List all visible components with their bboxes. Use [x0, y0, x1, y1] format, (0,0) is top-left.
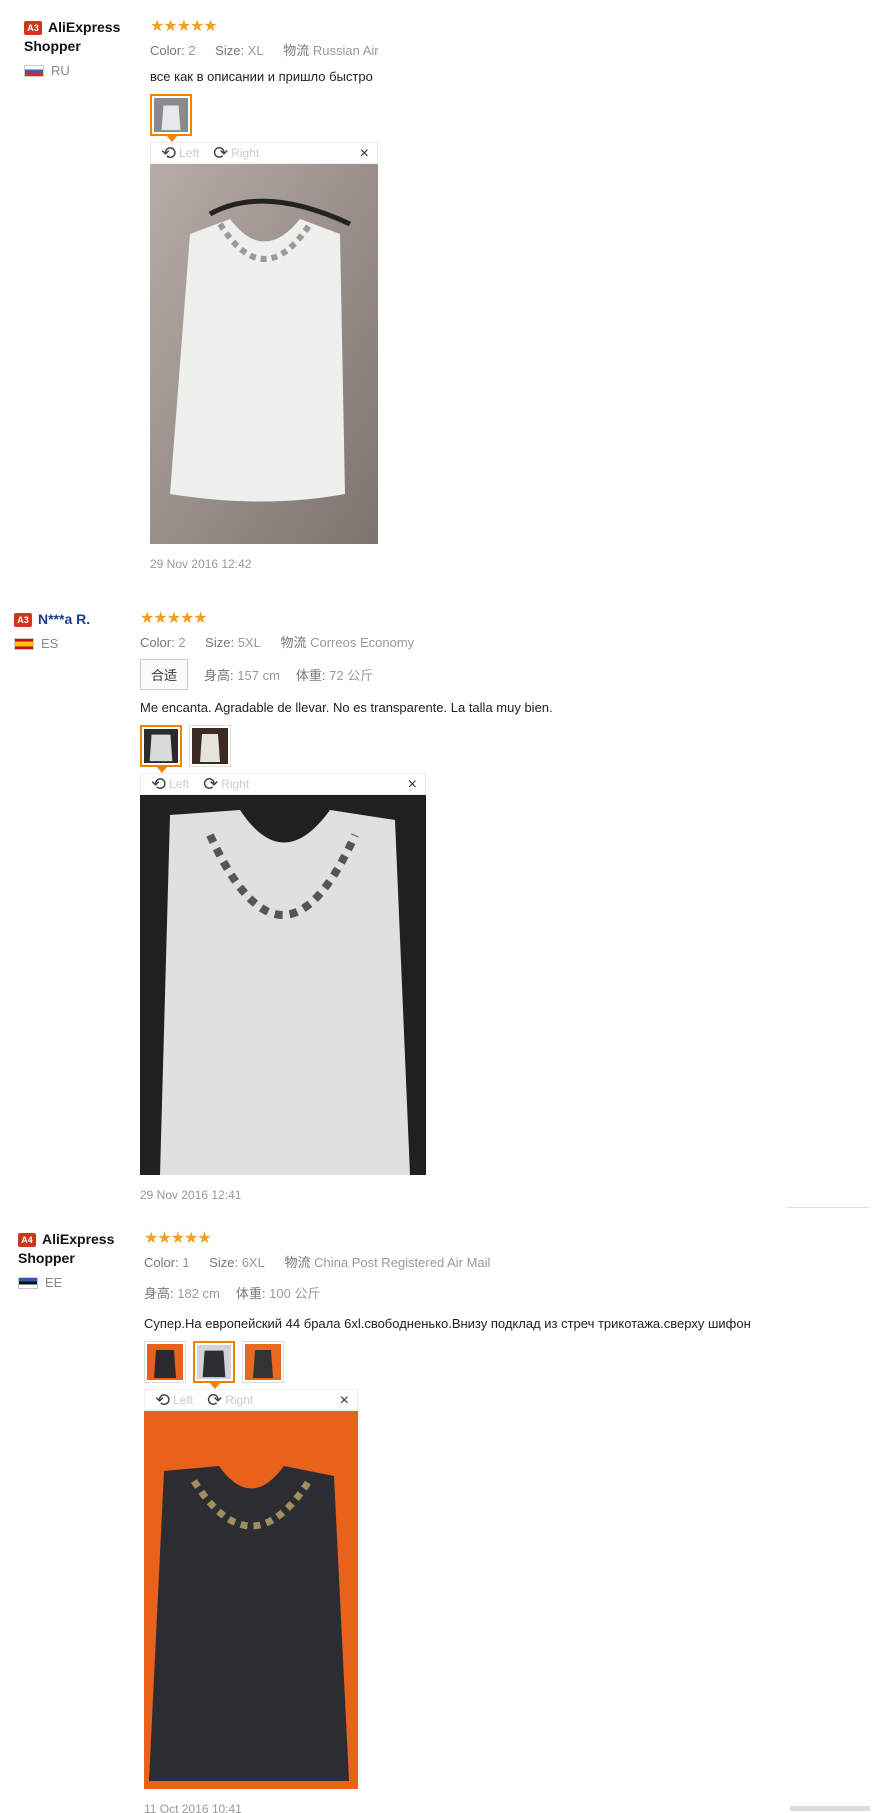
- scrollbar-hint: [790, 1806, 870, 1811]
- order-attributes: Color: 2 Size: 5XL 物流 Correos Economy: [140, 635, 415, 650]
- reviewer-info: A3 AliExpress Shopper RU: [24, 18, 144, 78]
- divider: [787, 1207, 869, 1208]
- viewer-toolbar: ⟲ Left ⟳ Right ×: [144, 1389, 358, 1411]
- rotate-left-icon: ⟲: [155, 1390, 171, 1410]
- image-viewer: ⟲ Left ⟳ Right ×: [150, 142, 378, 544]
- rotate-left-button[interactable]: ⟲ Left: [155, 1391, 193, 1409]
- viewer-toolbar: ⟲ Left ⟳ Right ×: [150, 142, 378, 164]
- review-thumbnail[interactable]: [144, 1341, 186, 1383]
- rotate-left-icon: ⟲: [161, 143, 177, 163]
- order-attributes: Color: 2 Size: XL 物流 Russian Air: [150, 43, 379, 58]
- review-thumbnail[interactable]: [150, 94, 192, 142]
- rotate-right-icon: ⟳: [207, 1390, 223, 1410]
- review-photo: [150, 164, 378, 544]
- rotate-right-button[interactable]: ⟳ Right: [207, 1391, 253, 1409]
- rotate-right-button[interactable]: ⟳ Right: [213, 144, 259, 162]
- review-text: все как в описании и пришло быстро: [150, 69, 373, 84]
- reviewer-info: A3 N***a R. ES: [14, 610, 134, 651]
- reviewer-info: A4 AliExpress Shopper EE: [18, 1230, 138, 1290]
- review-date: 29 Nov 2016 12:41: [140, 1188, 242, 1202]
- flag-icon: [14, 637, 34, 650]
- review-thumbnail[interactable]: [189, 725, 231, 767]
- country-code: RU: [51, 63, 70, 78]
- level-badge: A3: [24, 21, 42, 36]
- flag-icon: [24, 64, 44, 77]
- review-text: Супер.На европейский 44 брала 6xl.свобод…: [144, 1316, 751, 1331]
- country-code: EE: [45, 1275, 63, 1290]
- thumbnail-list: [144, 1341, 751, 1389]
- review-photo: [140, 795, 426, 1175]
- reviewer-name[interactable]: N***a R.: [38, 611, 90, 627]
- rotate-right-button[interactable]: ⟳ Right: [203, 775, 249, 793]
- viewer-toolbar: ⟲ Left ⟳ Right ×: [140, 773, 426, 795]
- rotate-left-button[interactable]: ⟲ Left: [161, 144, 199, 162]
- order-attributes: Color: 1 Size: 6XL 物流 China Post Registe…: [144, 1255, 491, 1270]
- review-photo: [144, 1411, 358, 1789]
- rotate-right-icon: ⟳: [203, 774, 219, 794]
- rotate-left-icon: ⟲: [151, 774, 167, 794]
- star-rating: ★★★★★: [140, 610, 208, 627]
- level-badge: A3: [14, 613, 32, 628]
- country-code: ES: [41, 636, 59, 651]
- fit-info: 身高: 182 cm 体重: 100 公斤: [144, 1286, 321, 1301]
- close-icon[interactable]: ×: [360, 145, 369, 163]
- star-rating: ★★★★★: [144, 1230, 212, 1247]
- fit-info: 合适 身高: 157 cm 体重: 72 公斤: [140, 659, 553, 690]
- star-rating: ★★★★★: [150, 18, 218, 35]
- image-viewer: ⟲ Left ⟳ Right ×: [140, 773, 426, 1175]
- image-viewer: ⟲ Left ⟳ Right ×: [144, 1389, 358, 1789]
- level-badge: A4: [18, 1233, 36, 1248]
- thumbnail-list: [140, 725, 553, 773]
- fit-badge: 合适: [140, 659, 189, 690]
- review-thumbnail[interactable]: [193, 1341, 235, 1389]
- close-icon[interactable]: ×: [408, 776, 417, 794]
- flag-icon: [18, 1276, 38, 1289]
- rotate-left-button[interactable]: ⟲ Left: [151, 775, 189, 793]
- review-date: 11 Oct 2016 10:41: [144, 1802, 242, 1813]
- rotate-right-icon: ⟳: [213, 143, 229, 163]
- review-thumbnail[interactable]: [140, 725, 182, 773]
- close-icon[interactable]: ×: [340, 1392, 349, 1410]
- review-text: Me encanta. Agradable de llevar. No es t…: [140, 700, 553, 715]
- review-date: 29 Nov 2016 12:42: [150, 557, 252, 571]
- thumbnail-list: [150, 94, 395, 142]
- review-thumbnail[interactable]: [242, 1341, 284, 1383]
